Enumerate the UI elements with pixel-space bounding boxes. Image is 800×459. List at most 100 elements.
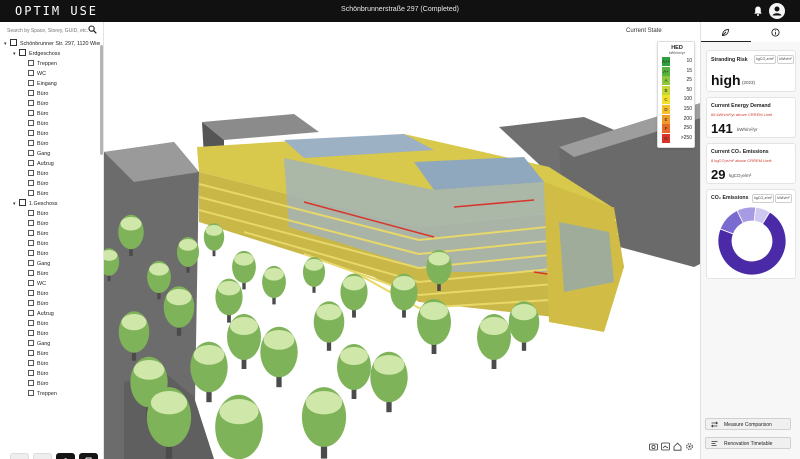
camera-icon[interactable] <box>649 442 658 451</box>
energy-demand-card: Current Energy Demand 66 kWh/m²/yr above… <box>706 97 796 138</box>
space-icon <box>28 299 34 306</box>
tree-item-space[interactable]: Büro <box>28 169 48 179</box>
tree-item-space[interactable]: Büro <box>28 129 48 139</box>
legend-class: D <box>662 105 670 114</box>
tree-item-space[interactable]: Büro <box>28 319 48 329</box>
tree-item-label: Büro <box>37 91 49 97</box>
space-icon <box>28 329 34 336</box>
space-icon <box>28 249 34 256</box>
bell-icon[interactable] <box>752 5 764 17</box>
space-icon <box>28 99 34 106</box>
tree-crown-highlight <box>219 399 259 425</box>
tree-item-label: Büro <box>37 231 49 237</box>
export-icon <box>85 457 92 459</box>
tree-item-label: Büro <box>37 121 49 127</box>
tree-item-space[interactable]: Treppen <box>28 389 57 399</box>
emissions-value: 29 <box>711 167 726 182</box>
tree-item-label: Büro <box>37 221 49 227</box>
legend-value: >250 <box>680 134 692 141</box>
trend-tool-button[interactable] <box>33 453 52 459</box>
tree-crown-highlight <box>205 225 223 236</box>
tree-item-space[interactable]: Büro <box>28 229 48 239</box>
home-icon[interactable] <box>673 442 682 451</box>
tree-item-space[interactable]: Eingang <box>28 79 57 89</box>
tree-item-building[interactable]: ▾ Schönbrunner Str. 297, 1120 Wien <box>4 39 100 49</box>
tree-item-space[interactable]: Gang <box>28 259 50 269</box>
unit-option-energy[interactable]: kWh/m² <box>775 194 792 203</box>
layers-icon[interactable] <box>661 442 670 451</box>
legend-class: A <box>662 76 670 86</box>
tree-item-space[interactable]: Büro <box>28 359 48 369</box>
co2-donut-chart[interactable] <box>714 204 790 278</box>
tree-item-label: Gang <box>37 261 51 267</box>
legend-row: A+ 15 <box>662 66 694 76</box>
tree-item-space[interactable]: Büro <box>28 269 48 279</box>
tree-scrollbar[interactable] <box>100 45 103 155</box>
tree-item-floor[interactable]: ▾ 1.Geschoss <box>13 199 57 209</box>
tree-item-space[interactable]: Büro <box>28 249 48 259</box>
tree-item-space[interactable]: Büro <box>28 369 48 379</box>
legend-class: A+ <box>662 66 670 76</box>
tree-item-space[interactable]: Büro <box>28 109 48 119</box>
legend-class: G <box>662 133 670 143</box>
tree-item-floor[interactable]: ▾ Erdgeschoss <box>13 49 60 59</box>
search-input[interactable] <box>5 24 99 38</box>
tree-item-space[interactable]: Gang <box>28 149 50 159</box>
tab-sustainability[interactable] <box>701 22 751 42</box>
tree-item-space[interactable]: Büro <box>28 89 48 99</box>
tree-item-space[interactable]: Treppen <box>28 59 57 69</box>
tree-item-space[interactable]: Büro <box>28 329 48 339</box>
tree-item-space[interactable]: Büro <box>28 239 48 249</box>
tree-item-space[interactable]: Büro <box>28 379 48 389</box>
tree-crown-highlight <box>480 317 508 335</box>
legend-value: 200 <box>683 115 692 122</box>
tree-item-space[interactable]: Büro <box>28 139 48 149</box>
chart-tool-button[interactable] <box>10 453 29 459</box>
tree-item-space[interactable]: Aufzug <box>28 159 54 169</box>
tree-item-space[interactable]: Gang <box>28 339 50 349</box>
space-tree: ▾ Schönbrunner Str. 297, 1120 Wien ▾ Erdges… <box>0 39 100 441</box>
building-3d-scene[interactable] <box>104 22 700 459</box>
tree-item-space[interactable]: Büro <box>28 119 48 129</box>
space-icon <box>28 229 34 236</box>
unit-option-co2[interactable]: kgCO₂e/m² <box>752 194 774 203</box>
export-tool-button[interactable] <box>79 453 98 459</box>
measure-comparison-button[interactable]: Measure Comparison <box>705 418 791 430</box>
tree-item-space[interactable]: Büro <box>28 349 48 359</box>
space-icon <box>28 239 34 246</box>
space-icon <box>28 89 34 96</box>
tree-item-space[interactable]: WC <box>28 69 46 79</box>
tree-item-space[interactable]: Büro <box>28 209 48 219</box>
tree-item-space[interactable]: Büro <box>28 219 48 229</box>
tree-item-space[interactable]: Büro <box>28 299 48 309</box>
tree-item-space[interactable]: Büro <box>28 189 48 199</box>
tree-item-space[interactable]: Büro <box>28 99 48 109</box>
search-icon[interactable] <box>88 25 97 34</box>
tree-item-space[interactable]: Büro <box>28 289 48 299</box>
unit-option-energy[interactable]: kWh/m² <box>777 55 794 64</box>
renovation-timetable-button[interactable]: Renovation Timetable <box>705 437 791 449</box>
space-icon <box>28 59 34 66</box>
energy-unit: kWh/m²/yr <box>737 127 758 132</box>
tree-crown-highlight <box>340 347 368 365</box>
tab-info[interactable] <box>751 22 800 42</box>
3d-viewport[interactable]: Current State HED kWh/m²/yr A++ 10 A+ 15 A 25… <box>104 22 700 459</box>
tree-item-label: Büro <box>37 211 49 217</box>
legend-class: A++ <box>662 57 671 66</box>
space-icon <box>28 309 34 316</box>
tree-item-space[interactable]: Büro <box>28 179 48 189</box>
settings-tool-button[interactable] <box>56 453 75 459</box>
unit-option-co2[interactable]: kgCO₂e/m² <box>754 55 776 64</box>
tree-crown-highlight <box>373 355 405 375</box>
tree-item-space[interactable]: WC <box>28 279 46 289</box>
stranding-risk-card: Stranding Risk kgCO₂e/m² kWh/m² high (20… <box>706 50 796 92</box>
tree-crown-highlight <box>264 268 284 281</box>
settings-icon[interactable] <box>685 442 694 451</box>
legend-row: A++ 10 <box>662 57 694 66</box>
legend-row: B 50 <box>662 85 694 95</box>
tree-crown-highlight <box>166 289 192 306</box>
tree-item-label: Büro <box>37 141 49 147</box>
user-avatar[interactable] <box>769 3 785 19</box>
tree-item-space[interactable]: Aufzug <box>28 309 54 319</box>
tree-crown-highlight <box>193 345 225 365</box>
